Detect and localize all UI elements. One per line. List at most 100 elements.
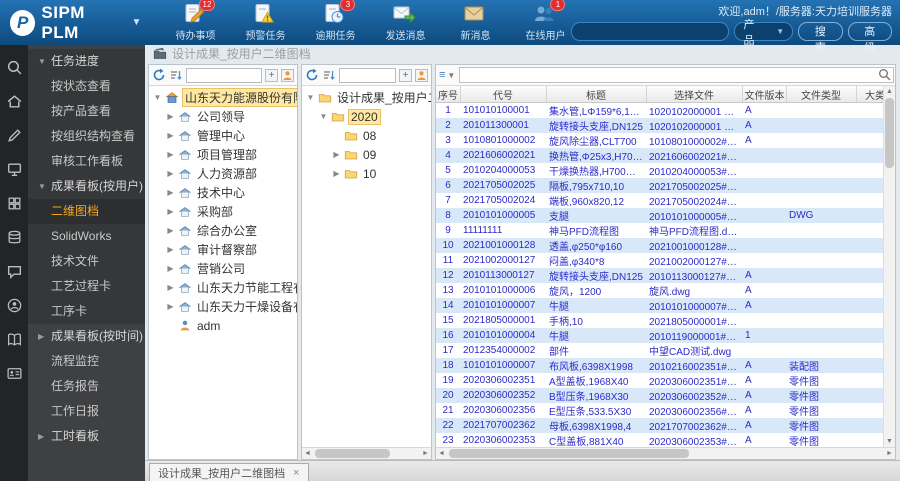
column-header-5[interactable]: 文件版本 [742,86,787,103]
toolbar-mail-item[interactable]: 新消息 [449,2,501,42]
horizontal-scrollbar[interactable]: ◄ ► [436,447,895,459]
building-icon[interactable] [6,195,23,212]
table-row[interactable]: 5 2010204000053 干燥换热器,H700干,错排,6...2010204… [436,163,883,178]
sort-icon[interactable] [322,68,336,82]
org-tree-node-9[interactable]: ▶ 审计督察部 [149,240,297,259]
chevron-right-icon[interactable]: ▶ [166,169,175,178]
scroll-down-icon[interactable]: ▼ [886,436,893,447]
sidebar-item-5[interactable]: 审核工作看板 [28,149,145,174]
global-search-input[interactable] [571,22,730,41]
database-icon[interactable] [6,229,23,246]
bottom-tab[interactable]: 设计成果_按用户二维图档 × [149,463,309,481]
table-row[interactable]: 7 2021705002024 端板,960x820,12 2021705002024… [436,193,883,208]
org-tree-node-12[interactable]: ▶ 山东天力干燥设备有限公司 [149,297,297,316]
table-menu-button[interactable]: ≡ ▼ [439,69,455,81]
table-row[interactable]: 6 2021705002025 隔板,795x710,10 2021705002025… [436,178,883,193]
sidebar-item-8[interactable]: SolidWorks [28,224,145,249]
table-row[interactable]: 19 2020306002351 A型盖板,1968X40 2020306002351… [436,373,883,388]
sidebar-item-14[interactable]: 任务报告 [28,374,145,399]
toolbar-send-item[interactable]: 发送消息 [379,2,431,42]
table-row[interactable]: 162010101000004牛腿2010119000001#牛腿,500...… [436,328,883,343]
chevron-right-icon[interactable]: ▶ [166,112,175,121]
toolbar-todo-item[interactable]: 12 待办事项 [169,0,221,42]
table-row[interactable]: 82010101000005支腿2010101000005#支腿.dwg DWG [436,208,883,223]
chevron-down-icon[interactable]: ▼ [153,93,162,102]
column-header-6[interactable]: 文件类型 [786,86,857,103]
table-filter-input[interactable] [459,67,894,83]
support-icon[interactable] [6,297,23,314]
chevron-right-icon[interactable]: ▶ [166,131,175,140]
locate-user-button[interactable] [415,68,428,82]
toolbar-users-item[interactable]: 1 在线用户 [519,0,571,42]
chat-icon[interactable] [6,263,23,280]
scroll-right-icon[interactable]: ► [420,450,431,457]
table-row[interactable]: 42021606002021换热管,Φ25x3,H700干,错排...20216… [436,148,883,163]
expand-all-button[interactable]: + [399,68,412,82]
table-row[interactable]: 9 11111111 神马PFD流程图 神马PFD流程图.dwg [436,223,883,238]
chevron-right-icon[interactable]: ▶ [166,245,175,254]
locate-user-button[interactable] [281,68,294,82]
sidebar-item-4[interactable]: 按组织结构查看 [28,124,145,149]
table-row[interactable]: 15 2021805000001 手柄,10 2021805000001#手柄,10.… [436,313,883,328]
sidebar-item-7[interactable]: 二维图档 [28,199,145,224]
vertical-scrollbar[interactable]: ▲ ▼ [883,86,895,447]
scroll-up-icon[interactable]: ▲ [886,86,893,97]
table-row[interactable]: 18 1010101000007 布风板,6398X1998 201021600235… [436,358,883,373]
table-row[interactable]: 20 2020306002352 B型压条,1968X30 2020306002352… [436,388,883,403]
sidebar-item-11[interactable]: 工序卡 [28,299,145,324]
folder-tree-node-4[interactable]: ▶ 09 [302,145,431,164]
scroll-left-icon[interactable]: ◄ [436,450,447,457]
org-tree-node-4[interactable]: ▶ 项目管理部 [149,145,297,164]
contact-card-icon[interactable] [6,365,23,382]
sidebar-item-2[interactable]: 按状态查看 [28,74,145,99]
chevron-right-icon[interactable]: ▶ [332,169,341,178]
table-row[interactable]: 12 2010113000127 旋转接头支座,DN125 2010113000127… [436,268,883,283]
chevron-down-icon[interactable]: ▼ [306,93,315,102]
scrollbar-thumb[interactable] [449,449,690,458]
app-logo[interactable]: P SIPM PLM ▼ [0,3,155,43]
presentation-icon[interactable] [6,161,23,178]
table-row[interactable]: 3 1010801000002 旋风除尘器,CLT700 1010801000002#… [436,133,883,148]
refresh-icon[interactable] [152,68,166,82]
table-row[interactable]: 23 2020306002353 C型盖板,881X40 2020306002353#… [436,433,883,447]
org-tree-search-input[interactable] [186,67,262,83]
table-row[interactable]: 10 2021001000128 透盖,φ250*φ160 2021001000128… [436,238,883,253]
expand-all-button[interactable]: + [265,68,278,82]
refresh-icon[interactable] [305,68,319,82]
folder-tree-search-input[interactable] [339,67,396,83]
edit-icon[interactable] [6,127,23,144]
scroll-left-icon[interactable]: ◄ [302,450,313,457]
column-header-1[interactable]: 序号 [436,86,461,103]
sidebar-item-12[interactable]: ▶ 成果看板(按时间) [28,324,145,349]
sidebar-item-13[interactable]: 流程监控 [28,349,145,374]
table-row[interactable]: 21 2020306002356 E型压条,533.5X30 202030600235… [436,403,883,418]
chevron-right-icon[interactable]: ▶ [166,226,175,235]
org-tree-node-1[interactable]: ▼ 山东天力能源股份有限公司 [149,88,297,107]
org-tree-node-6[interactable]: ▶ 技术中心 [149,183,297,202]
scrollbar-thumb[interactable] [315,449,390,458]
sort-icon[interactable] [169,68,183,82]
folder-tree-node-2[interactable]: ▼ 2020 [302,107,431,126]
column-header-2[interactable]: 代号 [460,86,547,103]
quick-search-icon[interactable] [6,59,23,76]
chevron-right-icon[interactable]: ▶ [166,207,175,216]
org-tree-node-5[interactable]: ▶ 人力资源部 [149,164,297,183]
column-header-4[interactable]: 选择文件 [646,86,743,103]
sidebar-item-3[interactable]: 按产品查看 [28,99,145,124]
column-header-7[interactable]: 大类 [856,86,883,103]
sidebar-item-9[interactable]: 技术文件 [28,249,145,274]
scrollbar-thumb[interactable] [885,98,894,168]
table-row[interactable]: 2 201011300001 旋转接头支座,DN125 1020102000001 天… [436,118,883,133]
home-icon[interactable] [6,93,23,110]
table-row[interactable]: 142010101000007牛腿2010101000007#牛腿,1腿...A [436,298,883,313]
folder-tree-node-1[interactable]: ▼ 设计成果_按用户二维图档_公... [302,88,431,107]
chevron-right-icon[interactable]: ▶ [332,150,341,159]
chevron-right-icon[interactable]: ▶ [166,302,175,311]
table-row[interactable]: 1 101010100001 集水管,LΦ159*6,1020 10201020000… [436,103,883,118]
org-tree-node-13[interactable]: adm [149,316,297,335]
chevron-down-icon[interactable]: ▼ [319,112,328,121]
org-tree-node-3[interactable]: ▶ 管理中心 [149,126,297,145]
chevron-right-icon[interactable]: ▶ [166,188,175,197]
advanced-search-button[interactable]: 高级 [847,22,892,54]
sidebar-item-10[interactable]: 工艺过程卡 [28,274,145,299]
